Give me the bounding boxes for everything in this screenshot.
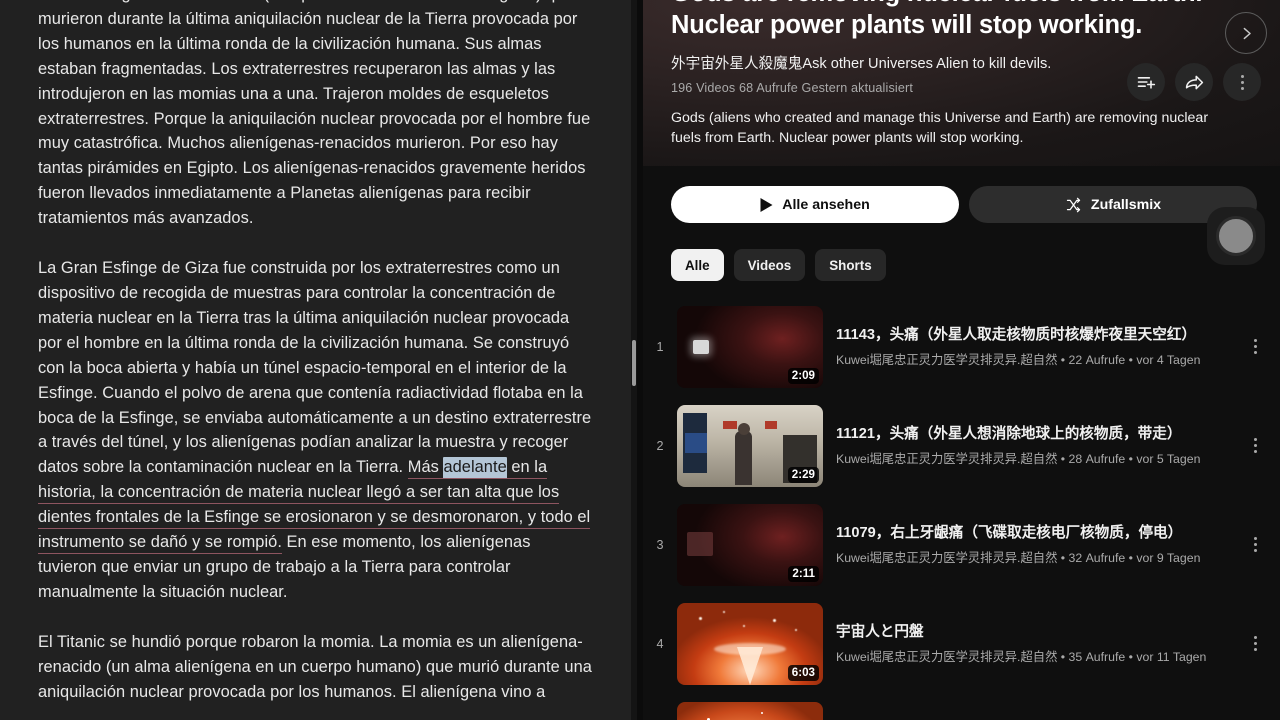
share-icon[interactable]: [1175, 63, 1213, 101]
row-more-vertical-icon[interactable]: [1240, 339, 1270, 354]
more-dots: [1240, 74, 1244, 90]
document-scroll-content: renacidos ligeramente heridos (cuerpo hu…: [38, 0, 593, 720]
video-subtitle: Kuwei堀尾忠正灵力医学灵排灵异.超自然 • 32 Aufrufe • vor…: [836, 551, 1201, 565]
video-duration: 2:29: [787, 466, 819, 483]
paragraph-3[interactable]: El Titanic se hundió porque robaron la m…: [38, 630, 593, 705]
chip-videos[interactable]: Videos: [733, 249, 806, 281]
playlist-header: Gods are removing nuclear fuels from Ear…: [643, 0, 1280, 166]
row-index: 4: [656, 636, 664, 651]
video-duration: 6:03: [787, 664, 819, 681]
document-text-pane[interactable]: renacidos ligeramente heridos (cuerpo hu…: [0, 0, 637, 720]
video-thumbnail[interactable]: [677, 701, 823, 720]
play-icon: [760, 197, 773, 212]
row-index: 1: [656, 339, 664, 354]
chip-shorts[interactable]: Shorts: [815, 249, 886, 281]
more-dots: [1253, 339, 1257, 354]
paragraph-1-body: murieron durante la última aniquilación …: [38, 9, 591, 228]
shuffle-label: Zufallsmix: [1090, 196, 1162, 213]
video-title: 11079，右上牙龈痛（飞碟取走核电厂核物质，停电）: [836, 525, 1183, 541]
playlist-action-row: [1127, 63, 1261, 101]
video-subtitle: Kuwei堀尾忠正灵力医学灵排灵异.超自然 • 35 Aufrufe • vor…: [836, 650, 1207, 664]
playlist-title-area: Gods are removing nuclear fuels from Ear…: [671, 0, 1256, 46]
row-more-vertical-icon[interactable]: [1240, 636, 1270, 651]
row-more-vertical-icon[interactable]: [1240, 438, 1270, 453]
video-duration: 2:11: [788, 565, 819, 582]
text-selection-highlight[interactable]: adelante: [443, 457, 507, 480]
video-thumbnail[interactable]: 2:29: [677, 404, 823, 487]
row-index: 2: [656, 438, 664, 453]
record-overlay-button[interactable]: [1207, 207, 1265, 265]
paragraph-2[interactable]: La Gran Esfinge de Giza fue construida p…: [38, 256, 593, 605]
shuffle-icon: [1066, 197, 1081, 212]
video-info[interactable]: 11079，右上牙龈痛（飞碟取走核电厂核物质，停电） Kuwei堀尾忠正灵力医学…: [823, 523, 1240, 566]
thumbnail-art: [677, 701, 823, 720]
table-row[interactable]: 1 2:09 11143，头痛（外星人取走核物质时核爆炸夜里天空红） Kuwei…: [643, 297, 1280, 396]
playlist-title: Gods are removing nuclear fuels from Ear…: [671, 0, 1211, 41]
screen-root: renacidos ligeramente heridos (cuerpo hu…: [0, 0, 1280, 720]
video-list: 1 2:09 11143，头痛（外星人取走核物质时核爆炸夜里天空红） Kuwei…: [643, 297, 1280, 720]
table-row[interactable]: 2 2:29 11121，头痛（外星人想消除地球上的核物质，带走） Kuwei堀…: [643, 396, 1280, 495]
video-subtitle: Kuwei堀尾忠正灵力医学灵排灵异.超自然 • 22 Aufrufe • vor…: [836, 353, 1201, 367]
video-title: 11143，头痛（外星人取走核物质时核爆炸夜里天空红）: [836, 327, 1197, 343]
video-thumbnail[interactable]: 2:11: [677, 503, 823, 586]
document-scrollbar-thumb[interactable]: [632, 340, 636, 386]
chip-alle[interactable]: Alle: [671, 249, 724, 281]
record-overlay-dot: [1216, 216, 1256, 256]
video-info[interactable]: 11143，头痛（外星人取走核物质时核爆炸夜里天空红） Kuwei堀尾忠正灵力医…: [823, 325, 1240, 368]
paragraph-1[interactable]: renacidos ligeramente heridos (cuerpo hu…: [38, 0, 593, 231]
playlist-title-line-1: Gods are removing nuclear fuels from Ear…: [671, 0, 1202, 7]
paragraph-3-body: El Titanic se hundió porque robaron la m…: [38, 632, 592, 701]
playlist-cta-row: Alle ansehen Zufallsmix: [643, 186, 1280, 223]
youtube-playlist-pane: Gods are removing nuclear fuels from Ear…: [643, 0, 1280, 720]
row-index: 3: [656, 537, 664, 552]
table-row[interactable]: 3 2:11 11079，右上牙龈痛（飞碟取走核电厂核物质，停电） Kuwei堀…: [643, 495, 1280, 594]
playlist-title-line-2: Nuclear power plants will stop working.: [671, 11, 1143, 39]
video-thumbnail[interactable]: 2:09: [677, 305, 823, 388]
underline-annotation-start: Más: [407, 458, 444, 480]
filter-chips: Alle Videos Shorts: [643, 249, 1280, 281]
row-more-vertical-icon[interactable]: [1240, 537, 1270, 552]
chevron-right-icon[interactable]: [1225, 12, 1267, 54]
play-all-label: Alle ansehen: [782, 196, 870, 213]
more-dots: [1253, 636, 1257, 651]
more-dots: [1253, 537, 1257, 552]
more-vertical-icon[interactable]: [1223, 63, 1261, 101]
play-all-button[interactable]: Alle ansehen: [671, 186, 959, 223]
video-subtitle: Kuwei堀尾忠正灵力医学灵排灵异.超自然 • 28 Aufrufe • vor…: [836, 452, 1201, 466]
more-dots: [1253, 438, 1257, 453]
video-title: 宇宙人と円盤: [836, 624, 924, 640]
video-thumbnail[interactable]: 6:03: [677, 602, 823, 685]
playlist-description: Gods (aliens who created and manage this…: [671, 110, 1209, 146]
add-to-playlist-icon[interactable]: [1127, 63, 1165, 101]
table-row[interactable]: 4 6:03 宇宙人と円盤 Kuwei堀尾忠正灵力医学灵排灵异.超自然 • 35…: [643, 594, 1280, 693]
video-duration: 2:09: [787, 367, 819, 384]
video-title: 11121，头痛（外星人想消除地球上的核物质，带走）: [836, 426, 1182, 442]
paragraph-2-intro: La Gran Esfinge de Giza fue construida p…: [38, 259, 592, 477]
video-info[interactable]: 宇宙人と円盤 Kuwei堀尾忠正灵力医学灵排灵异.超自然 • 35 Aufruf…: [823, 622, 1240, 665]
video-info[interactable]: 11121，头痛（外星人想消除地球上的核物质，带走） Kuwei堀尾忠正灵力医学…: [823, 424, 1240, 467]
document-scrollbar[interactable]: [631, 0, 637, 720]
paragraph-1-clipped-line: renacidos ligeramente heridos (cuerpo hu…: [38, 0, 574, 3]
table-row[interactable]: 5 Aliens and Flying Saucers Kuwei堀尾忠正灵力医…: [643, 693, 1280, 720]
